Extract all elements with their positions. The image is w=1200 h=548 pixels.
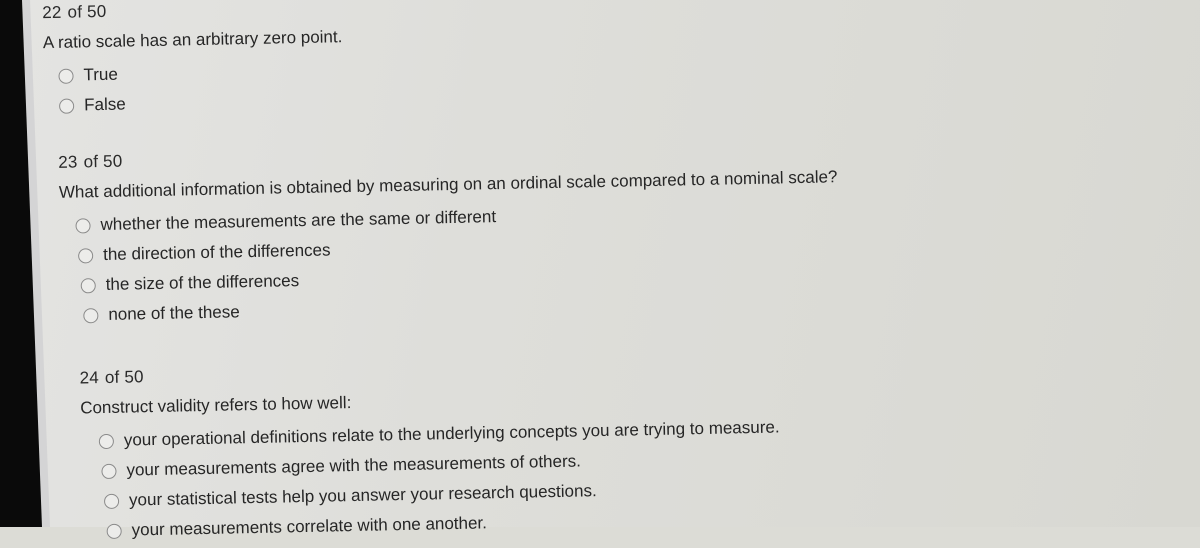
question-text: Construct validity refers to how well:: [80, 393, 352, 418]
radio-button-icon[interactable]: [98, 433, 115, 449]
question-22: 22 of 50 A ratio scale has an arbitrary z…: [42, 0, 344, 121]
question-number: 22: [42, 2, 62, 23]
answer-option-false[interactable]: False: [58, 85, 344, 121]
radio-button-icon[interactable]: [83, 307, 99, 323]
radio-button-icon[interactable]: [101, 463, 117, 479]
question-24: 24 of 50 Construct validity refers to how…: [79, 354, 781, 546]
answer-label: your measurements agree with the measure…: [126, 451, 582, 480]
quiz-content: 22 of 50 A ratio scale has an arbitrary z…: [0, 0, 1200, 540]
radio-button-icon[interactable]: [103, 493, 120, 509]
answer-options: your operational definitions relate to t…: [98, 412, 782, 546]
radio-button-icon[interactable]: [77, 247, 94, 263]
answer-label: True: [83, 64, 119, 85]
answer-label: the size of the differences: [105, 271, 300, 294]
question-number: 23: [58, 152, 78, 172]
radio-button-icon[interactable]: [106, 523, 122, 539]
radio-button-icon[interactable]: [75, 217, 91, 234]
question-23: 23 of 50 What additional information is o…: [58, 137, 840, 331]
answer-label: none of the these: [108, 302, 240, 324]
question-counter: 22 of 50: [42, 0, 342, 23]
question-number: 24: [79, 368, 100, 388]
answer-label: your statistical tests help you answer y…: [128, 481, 597, 510]
question-text: A ratio scale has an arbitrary zero poin…: [42, 27, 343, 53]
question-total: of 50: [67, 1, 107, 22]
answer-label: False: [83, 94, 126, 115]
radio-button-icon[interactable]: [80, 277, 96, 293]
answer-label: whether the measurements are the same or…: [100, 207, 497, 235]
answer-label: the direction of the differences: [102, 240, 331, 264]
answer-options: True False: [58, 55, 344, 121]
question-total: of 50: [104, 367, 144, 387]
question-total: of 50: [83, 151, 123, 172]
answer-options: whether the measurements are the same or…: [75, 195, 840, 330]
radio-button-icon[interactable]: [58, 68, 74, 84]
radio-button-icon[interactable]: [58, 98, 75, 114]
question-counter: 24 of 50: [79, 354, 778, 388]
question-counter: 23 of 50: [58, 137, 837, 173]
